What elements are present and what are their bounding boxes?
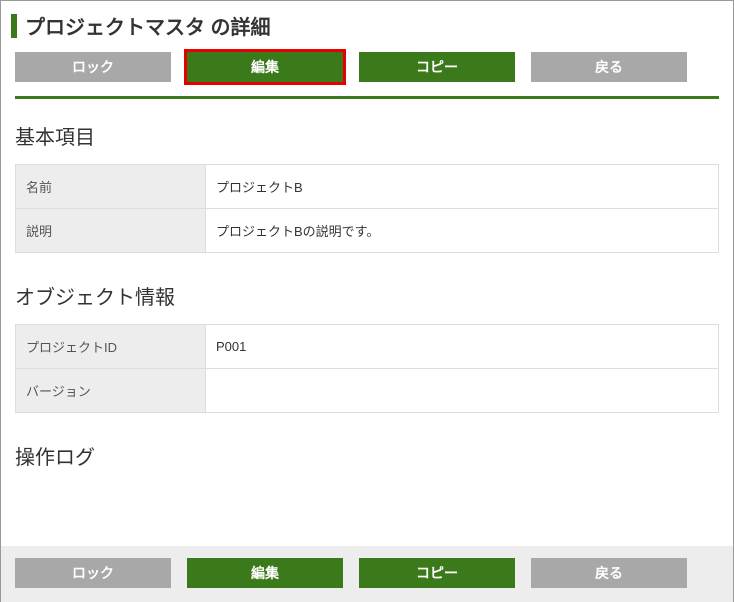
page-title: プロジェクトマスタ の詳細 <box>25 11 271 40</box>
edit-button-footer[interactable]: 編集 <box>187 558 343 588</box>
basic-table: 名前 プロジェクトB 説明 プロジェクトBの説明です。 <box>15 164 719 253</box>
back-button-footer[interactable]: 戻る <box>531 558 687 588</box>
table-row: 説明 プロジェクトBの説明です。 <box>16 209 719 253</box>
table-row: バージョン <box>16 369 719 413</box>
lock-button-footer[interactable]: ロック <box>15 558 171 588</box>
object-table: プロジェクトID P001 バージョン <box>15 324 719 413</box>
table-row: プロジェクトID P001 <box>16 325 719 369</box>
field-label-project-id: プロジェクトID <box>16 325 206 369</box>
table-row: 名前 プロジェクトB <box>16 165 719 209</box>
top-toolbar: ロック 編集 コピー 戻る <box>1 48 733 96</box>
content-area: 基本項目 名前 プロジェクトB 説明 プロジェクトBの説明です。 オブジェクト情… <box>1 99 733 470</box>
copy-button-footer[interactable]: コピー <box>359 558 515 588</box>
back-button[interactable]: 戻る <box>531 52 687 82</box>
section-title-basic: 基本項目 <box>15 121 719 150</box>
bottom-toolbar: ロック 編集 コピー 戻る <box>1 546 733 602</box>
copy-button[interactable]: コピー <box>359 52 515 82</box>
field-value-project-id: P001 <box>206 325 719 369</box>
lock-button[interactable]: ロック <box>15 52 171 82</box>
page-header: プロジェクトマスタ の詳細 <box>1 1 733 48</box>
edit-button[interactable]: 編集 <box>187 52 343 82</box>
header-accent-bar <box>11 14 17 38</box>
section-title-object: オブジェクト情報 <box>15 281 719 310</box>
section-title-log: 操作ログ <box>15 441 719 470</box>
field-label-name: 名前 <box>16 165 206 209</box>
field-label-description: 説明 <box>16 209 206 253</box>
field-value-description: プロジェクトBの説明です。 <box>206 209 719 253</box>
field-value-name: プロジェクトB <box>206 165 719 209</box>
field-label-version: バージョン <box>16 369 206 413</box>
field-value-version <box>206 369 719 413</box>
